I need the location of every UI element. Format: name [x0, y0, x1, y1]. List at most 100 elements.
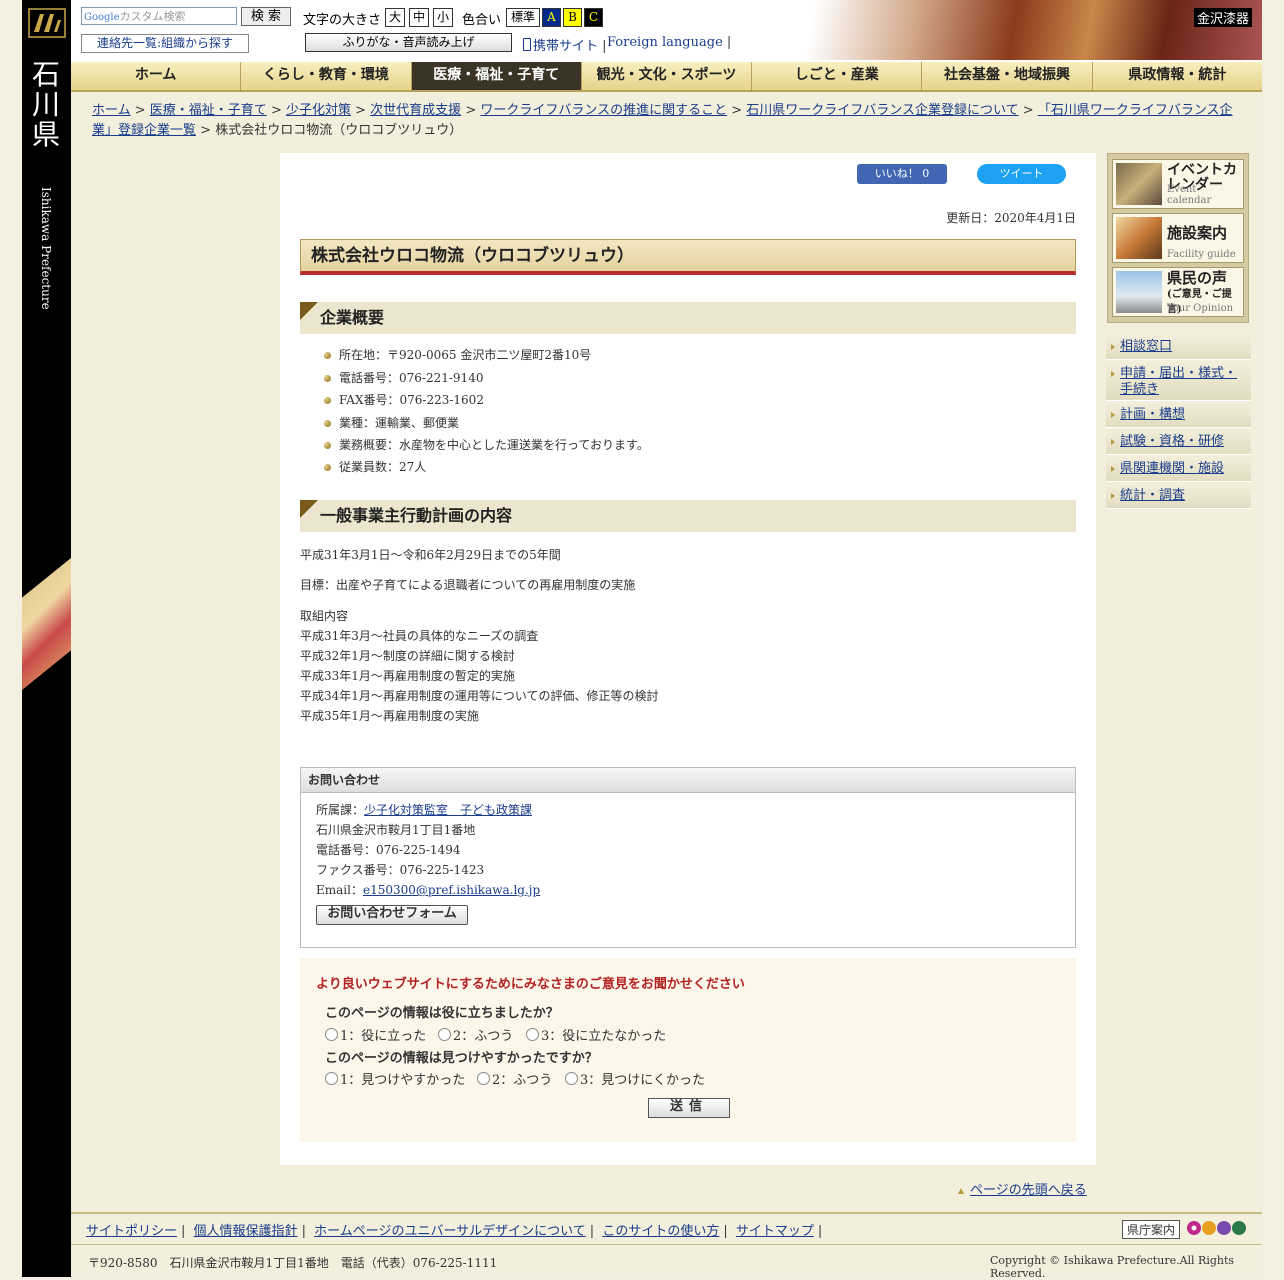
breadcrumb-link[interactable]: ワークライフバランスの推進に関すること	[480, 103, 727, 118]
breadcrumb-link[interactable]: 次世代育成支援	[370, 103, 461, 118]
list-item: 業種：運輸業、郵便業	[324, 416, 459, 430]
left-brand-bar: 石川県 Ishikawa Prefecture	[22, 0, 71, 1277]
nav-life-education[interactable]: くらし・教育・環境	[240, 62, 410, 90]
breadcrumb-link[interactable]: 石川県ワークライフバランス企業登録について	[746, 103, 1018, 118]
sidebar-banners: イベントカレンダー Event calendar 施設案内 Facility g…	[1107, 153, 1249, 323]
footer-link-privacy[interactable]: 個人情報保護指針	[194, 1224, 298, 1239]
contact-box: お問い合わせ 所属課：少子化対策監室 子ども政策課 石川県金沢市鞍月1丁目1番地…	[300, 767, 1076, 948]
contact-fax: ファクス番号：076-225-1423	[316, 863, 485, 877]
footer-nav: サイトポリシー | 個人情報保護指針 | ホームページのユニバーサルデザインについて…	[71, 1212, 1262, 1245]
feedback-survey: より良いウェブサイトにするためにみなさまのご意見をお聞かせください このページの…	[300, 958, 1076, 1142]
page-top-link[interactable]: ページの先頭へ戻る	[958, 1179, 1087, 1198]
actions-title: 取組内容	[300, 609, 349, 623]
contact-form-button[interactable]: お問い合わせフォーム	[316, 905, 468, 925]
q1-option-3[interactable]: 3：役に立たなかった	[526, 1025, 666, 1044]
color-a-button[interactable]: A	[542, 8, 561, 27]
sidebar-link-applications[interactable]: 申請・届出・様式・手続き	[1106, 361, 1251, 401]
action-item: 平成35年1月～再雇用制度の実施	[300, 709, 479, 723]
action-item: 平成33年1月～再雇用制度の暫定的実施	[300, 669, 515, 683]
facility-guide-banner[interactable]: 施設案内 Facility guide	[1112, 213, 1244, 263]
color-c-button[interactable]: C	[584, 8, 603, 27]
department-link[interactable]: 少子化対策監室 子ども政策課	[364, 803, 532, 817]
nav-home[interactable]: ホーム	[71, 62, 240, 90]
footer-copyright: Copyright © Ishikawa Prefecture.All Righ…	[990, 1254, 1235, 1280]
radio-button[interactable]	[325, 1028, 338, 1041]
kencho-guide-button[interactable]: 県庁案内	[1122, 1220, 1181, 1239]
radio-button[interactable]	[325, 1072, 338, 1085]
nav-infrastructure[interactable]: 社会基盤・地域振興	[921, 62, 1091, 90]
search-input[interactable]: Googleカスタム検索	[81, 7, 237, 25]
nav-medical-welfare[interactable]: 医療・福祉・子育て	[410, 62, 581, 90]
footer-link-how-to-use[interactable]: このサイトの使い方	[602, 1224, 719, 1239]
color-standard-button[interactable]: 標準	[506, 8, 540, 27]
q2-option-3[interactable]: 3：見つけにくかった	[565, 1069, 705, 1088]
facility-image	[1116, 217, 1162, 259]
page-title: 株式会社ウロコ物流（ウロコブツリュウ）	[300, 239, 1076, 275]
sidebar-link-plans[interactable]: 計画・構想	[1106, 402, 1251, 428]
bullet-icon	[324, 397, 331, 404]
opinion-banner[interactable]: 県民の声 (ご意見・ご提言) Your Opinion	[1112, 267, 1244, 317]
action-item: 平成32年1月～制度の詳細に関する検討	[300, 649, 515, 663]
search-button[interactable]: 検 索	[241, 7, 291, 26]
header-banner-image: 金沢漆器	[765, 0, 1262, 60]
sidebar-link-consultation[interactable]: 相談窓口	[1106, 334, 1251, 360]
email-link[interactable]: e150300@pref.ishikawa.lg.jp	[363, 883, 540, 897]
bullet-icon	[324, 442, 331, 449]
radio-button[interactable]	[565, 1072, 578, 1085]
breadcrumb-link[interactable]: ホーム	[92, 103, 131, 118]
facebook-like-button[interactable]: いいね！ 0	[857, 164, 947, 184]
font-size-small-button[interactable]: 小	[433, 8, 453, 27]
nav-government-info[interactable]: 県政情報・統計	[1091, 62, 1262, 90]
sidebar-link-exams[interactable]: 試験・資格・研修	[1106, 429, 1251, 455]
arrow-icon	[1111, 439, 1115, 445]
list-item: 業務概要：水産物を中心とした運送業を行っております。	[324, 438, 649, 452]
section-heading-overview: 企業概要	[300, 302, 1076, 334]
survey-title: より良いウェブサイトにするためにみなさまのご意見をお聞かせください	[316, 977, 745, 992]
tweet-button[interactable]: ツイート	[977, 164, 1066, 184]
breadcrumb-link[interactable]: 少子化対策	[286, 103, 351, 118]
contact-department: 所属課：少子化対策監室 子ども政策課	[316, 803, 533, 817]
plan-goal: 目標：出産や子育てによる退職者についての再雇用制度の実施	[300, 578, 636, 592]
q1-option-2[interactable]: 2：ふつう	[438, 1025, 513, 1044]
radio-button[interactable]	[526, 1028, 539, 1041]
bullet-icon	[324, 375, 331, 382]
breadcrumb: ホーム > 医療・福祉・子育て > 少子化対策 > 次世代育成支援 > ワークラ…	[92, 103, 1233, 138]
global-nav: ホーム くらし・教育・環境 医療・福祉・子育て 観光・文化・スポーツ しごと・産…	[71, 62, 1262, 92]
font-size-medium-button[interactable]: 中	[409, 8, 429, 27]
prefecture-name-kanji: 石川県	[31, 58, 60, 151]
contact-email: Email：e150300@pref.ishikawa.lg.jp	[316, 883, 541, 897]
heading-marker-icon	[300, 500, 318, 518]
sidebar-link-statistics[interactable]: 統計・調査	[1106, 483, 1251, 509]
foreign-language-link[interactable]: Foreign language |	[607, 35, 731, 50]
nav-tourism-culture[interactable]: 観光・文化・スポーツ	[580, 62, 751, 90]
radio-button[interactable]	[477, 1072, 490, 1085]
footer-link-site-policy[interactable]: サイトポリシー	[86, 1224, 177, 1239]
footer-link-universal-design[interactable]: ホームページのユニバーサルデザインについて	[314, 1224, 586, 1239]
nav-work-industry[interactable]: しごと・産業	[751, 62, 921, 90]
bullet-icon	[324, 352, 331, 359]
contact-address: 石川県金沢市鞍月1丁目1番地	[316, 823, 476, 837]
up-arrow-icon	[958, 1188, 964, 1194]
color-b-button[interactable]: B	[563, 8, 582, 27]
q1-option-1[interactable]: 1：役に立った	[325, 1025, 426, 1044]
arrow-icon	[1111, 493, 1115, 499]
contact-list-button[interactable]: 連絡先一覧:組織から探す	[81, 34, 249, 53]
decorative-flower-image	[22, 558, 71, 690]
font-size-large-button[interactable]: 大	[385, 8, 405, 27]
arrow-icon	[1111, 344, 1115, 350]
q2-option-1[interactable]: 1：見つけやすかった	[325, 1069, 465, 1088]
arrow-icon	[1111, 412, 1115, 418]
survey-submit-button[interactable]: 送信	[648, 1098, 730, 1118]
furigana-button[interactable]: ふりがな・音声読み上げ	[305, 33, 512, 52]
q2-option-2[interactable]: 2：ふつう	[477, 1069, 552, 1088]
event-calendar-banner[interactable]: イベントカレンダー Event calendar	[1112, 159, 1244, 209]
mobile-site-link[interactable]: 携帯サイト |	[523, 35, 607, 54]
list-item: FAX番号：076-223-1602	[324, 393, 484, 407]
radio-button[interactable]	[438, 1028, 451, 1041]
sidebar-link-facilities[interactable]: 県関連機関・施設	[1106, 456, 1251, 482]
bullet-icon	[324, 420, 331, 427]
breadcrumb-link[interactable]: 医療・福祉・子育て	[150, 103, 267, 118]
footer-link-sitemap[interactable]: サイトマップ	[736, 1224, 814, 1239]
bullet-icon	[324, 464, 331, 471]
heading-marker-icon	[300, 302, 318, 320]
